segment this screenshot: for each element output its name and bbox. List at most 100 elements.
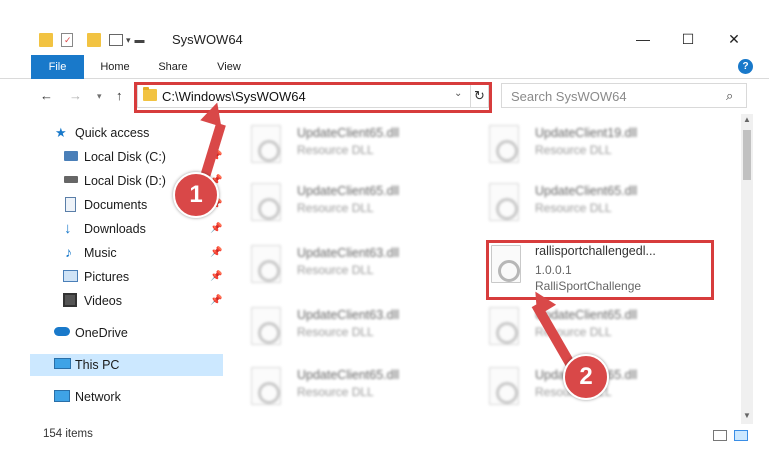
file-highlight-box	[486, 240, 714, 300]
sidebar-item-label: This PC	[75, 358, 120, 372]
sidebar-item-label: Quick access	[75, 126, 150, 140]
pin-icon[interactable]: 📌	[210, 271, 222, 282]
sidebar-item-this-pc[interactable]: This PC	[30, 354, 223, 376]
file-type: Resource DLL	[297, 385, 374, 399]
file-tile[interactable]: UpdateClient65.dll Resource DLL	[237, 176, 457, 232]
drive-icon	[64, 176, 78, 183]
scroll-up-icon[interactable]: ▲	[741, 114, 753, 126]
sidebar-item-pictures[interactable]: Pictures 📌	[30, 266, 223, 288]
vertical-scrollbar[interactable]: ▲ ▼	[741, 114, 753, 424]
search-input[interactable]: Search SysWOW64 ⌕	[501, 83, 747, 108]
dll-file-icon	[251, 125, 281, 163]
file-tile[interactable]: UpdateClient65.dll Resource DLL	[475, 176, 695, 232]
drive-icon	[64, 151, 78, 161]
new-folder-icon[interactable]	[87, 33, 101, 47]
back-arrow-icon[interactable]: ←	[40, 88, 53, 103]
details-view-icon[interactable]	[713, 430, 727, 441]
large-icons-view-icon[interactable]	[734, 430, 748, 441]
toolbar-dropdown-icon[interactable]: ▬	[135, 35, 145, 46]
sidebar-item-music[interactable]: ♪ Music 📌	[30, 242, 223, 264]
search-placeholder: Search SysWOW64	[511, 89, 627, 104]
window-title: SysWOW64	[172, 32, 243, 47]
sidebar-item-label: Network	[75, 390, 121, 404]
file-tile[interactable]: UpdateClient65.dll Resource DLL	[475, 300, 695, 356]
file-tile[interactable]: UpdateClient65.dll Resource DLL	[237, 118, 457, 174]
callout-badge-2: 2	[563, 354, 609, 400]
pictures-icon	[63, 270, 78, 282]
dll-file-icon	[251, 183, 281, 221]
sidebar-item-label: Local Disk (D:)	[84, 174, 166, 188]
scroll-down-icon[interactable]: ▼	[741, 410, 753, 422]
file-name: UpdateClient65.dll	[297, 126, 400, 140]
customize-toolbar-icon[interactable]	[109, 34, 123, 46]
navigation-pane: ★ Quick access Local Disk (C:) 📌 Local D…	[30, 114, 230, 420]
sidebar-item-label: OneDrive	[75, 326, 128, 340]
pin-icon[interactable]: 📌	[210, 247, 222, 258]
item-count: 154 items	[43, 428, 93, 440]
file-tile[interactable]: UpdateClient63.dll Resource DLL	[237, 300, 457, 356]
sidebar-item-videos[interactable]: Videos 📌	[30, 290, 223, 312]
maximize-button[interactable]: ☐	[666, 26, 710, 52]
sidebar-item-quick-access[interactable]: ★ Quick access	[30, 122, 223, 144]
documents-icon	[65, 197, 76, 212]
status-bar: 154 items	[0, 424, 769, 444]
sidebar-item-label: Documents	[84, 198, 148, 212]
chevron-down-icon[interactable]: ▾	[97, 91, 102, 102]
pin-icon[interactable]: 📌	[210, 295, 222, 306]
sidebar-item-label: Local Disk (C:)	[84, 150, 166, 164]
star-icon: ★	[55, 125, 67, 140]
folder-icon[interactable]	[39, 33, 53, 47]
tab-file[interactable]: File	[31, 55, 84, 79]
tab-view[interactable]: View	[205, 55, 253, 79]
properties-icon[interactable]: ✓	[61, 33, 73, 47]
file-name: UpdateClient65.dll	[297, 368, 400, 382]
cloud-icon	[54, 327, 70, 336]
scroll-thumb[interactable]	[743, 130, 751, 180]
sidebar-item-label: Downloads	[84, 222, 146, 236]
dll-file-icon	[251, 307, 281, 345]
file-name: UpdateClient63.dll	[297, 246, 400, 260]
sidebar-item-label: Pictures	[84, 270, 130, 284]
file-name: UpdateClient65.dll	[297, 184, 400, 198]
file-name: UpdateClient63.dll	[297, 308, 400, 322]
close-button[interactable]: ✕	[712, 26, 756, 52]
file-type: Resource DLL	[297, 201, 374, 215]
file-name: UpdateClient19.dll	[535, 126, 638, 140]
tab-home[interactable]: Home	[90, 55, 140, 79]
dll-file-icon	[489, 307, 519, 345]
music-icon: ♪	[65, 244, 72, 260]
file-type: Resource DLL	[297, 325, 374, 339]
sidebar-item-label: Videos	[84, 294, 122, 308]
sidebar-item-label: Music	[84, 246, 117, 260]
up-arrow-icon[interactable]: ↑	[116, 88, 123, 103]
quick-access-toolbar: ✓ ▾ ▬	[39, 30, 145, 50]
file-tile[interactable]: UpdateClient63.dll Resource DLL	[237, 238, 457, 294]
file-type: Resource DLL	[297, 263, 374, 277]
sidebar-item-local-disk-c[interactable]: Local Disk (C:) 📌	[30, 146, 223, 168]
pin-icon[interactable]: 📌	[210, 223, 222, 234]
sidebar-item-network[interactable]: Network	[30, 386, 223, 408]
videos-icon	[63, 293, 77, 307]
ribbon-tabs: File Home Share View ?	[0, 55, 769, 79]
network-icon	[54, 390, 70, 402]
title-bar: ✓ ▾ ▬ SysWOW64 — ☐ ✕	[0, 0, 769, 52]
download-icon: ↓	[64, 220, 72, 237]
tab-share[interactable]: Share	[148, 55, 198, 79]
file-tile[interactable]: UpdateClient19.dll Resource DLL	[475, 118, 695, 174]
help-icon[interactable]: ?	[738, 59, 753, 74]
dll-file-icon	[489, 183, 519, 221]
file-tile[interactable]: UpdateClient65.dll Resource DLL	[237, 360, 457, 416]
address-highlight-box	[134, 82, 492, 113]
computer-icon	[54, 358, 71, 369]
minimize-button[interactable]: —	[621, 26, 665, 52]
file-type: Resource DLL	[535, 143, 612, 157]
chevron-down-icon[interactable]: ▾	[126, 35, 131, 46]
sidebar-item-onedrive[interactable]: OneDrive	[30, 322, 223, 344]
dll-file-icon	[251, 245, 281, 283]
forward-arrow-icon[interactable]: →	[69, 88, 82, 103]
magnifier-icon[interactable]: ⌕	[726, 88, 733, 104]
sidebar-item-downloads[interactable]: ↓ Downloads 📌	[30, 218, 223, 240]
dll-file-icon	[251, 367, 281, 405]
file-name: UpdateClient65.dll	[535, 184, 638, 198]
file-type: Resource DLL	[535, 201, 612, 215]
